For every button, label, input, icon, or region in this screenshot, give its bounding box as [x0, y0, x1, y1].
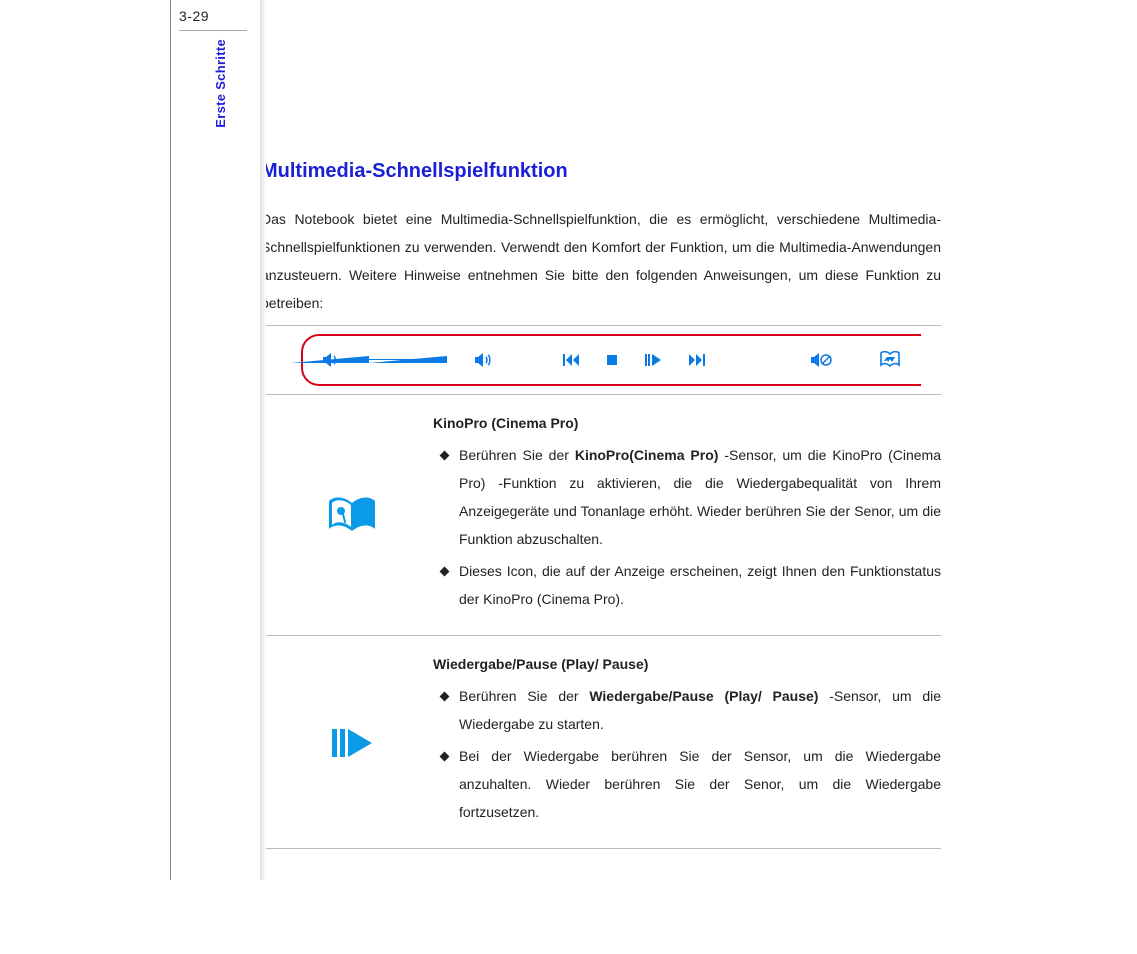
- media-bar-container: [261, 325, 941, 395]
- page-title: Multimedia-Schnellspielfunktion: [261, 160, 941, 183]
- cinema-pro-large-icon: [326, 495, 378, 537]
- bullet-item: Dieses Icon, die auf der Anzeige erschei…: [433, 557, 941, 613]
- feature-title: Wiedergabe/Pause (Play/ Pause): [433, 656, 941, 672]
- feature-bullets: Berühren Sie der KinoPro(Cinema Pro) -Se…: [433, 441, 941, 613]
- feature-bullets: Berühren Sie der Wiedergabe/Pause (Play/…: [433, 682, 941, 826]
- feature-body: KinoPro (Cinema Pro) Berühren Sie der Ki…: [433, 415, 941, 617]
- side-divider: [179, 30, 247, 31]
- bullet-item: Bei der Wiedergabe berühren Sie der Sens…: [433, 742, 941, 826]
- stop-icon: [607, 355, 617, 365]
- next-icon: [689, 354, 705, 366]
- media-control-bar: [301, 334, 921, 386]
- page-number: 3-29: [179, 8, 249, 24]
- previous-icon: [563, 354, 579, 366]
- feature-icon-cell: [261, 656, 433, 830]
- play-pause-large-icon: [332, 729, 372, 757]
- bullet-item: Berühren Sie der KinoPro(Cinema Pro) -Se…: [433, 441, 941, 553]
- volume-up-icon: [475, 352, 495, 368]
- feature-row-playpause: Wiedergabe/Pause (Play/ Pause) Berühren …: [261, 636, 941, 849]
- page-gutter-shadow: [260, 0, 266, 880]
- section-label: Erste Schritte: [213, 39, 228, 128]
- mute-icon: [811, 352, 833, 368]
- main-content: Multimedia-Schnellspielfunktion Das Note…: [261, 160, 941, 849]
- play-pause-icon: [645, 354, 661, 366]
- side-column: 3-29 Erste Schritte: [179, 8, 249, 128]
- feature-icon-cell: [261, 415, 433, 617]
- cinema-pro-icon: [879, 351, 901, 369]
- bullet-item: Berühren Sie der Wiedergabe/Pause (Play/…: [433, 682, 941, 738]
- document-page: 3-29 Erste Schritte Multimedia-Schnellsp…: [170, 0, 1040, 880]
- intro-paragraph: Das Notebook bietet eine Multimedia-Schn…: [261, 205, 941, 317]
- feature-title: KinoPro (Cinema Pro): [433, 415, 941, 431]
- volume-slider: [369, 355, 447, 365]
- feature-row-kinopro: KinoPro (Cinema Pro) Berühren Sie der Ki…: [261, 395, 941, 636]
- feature-body: Wiedergabe/Pause (Play/ Pause) Berühren …: [433, 656, 941, 830]
